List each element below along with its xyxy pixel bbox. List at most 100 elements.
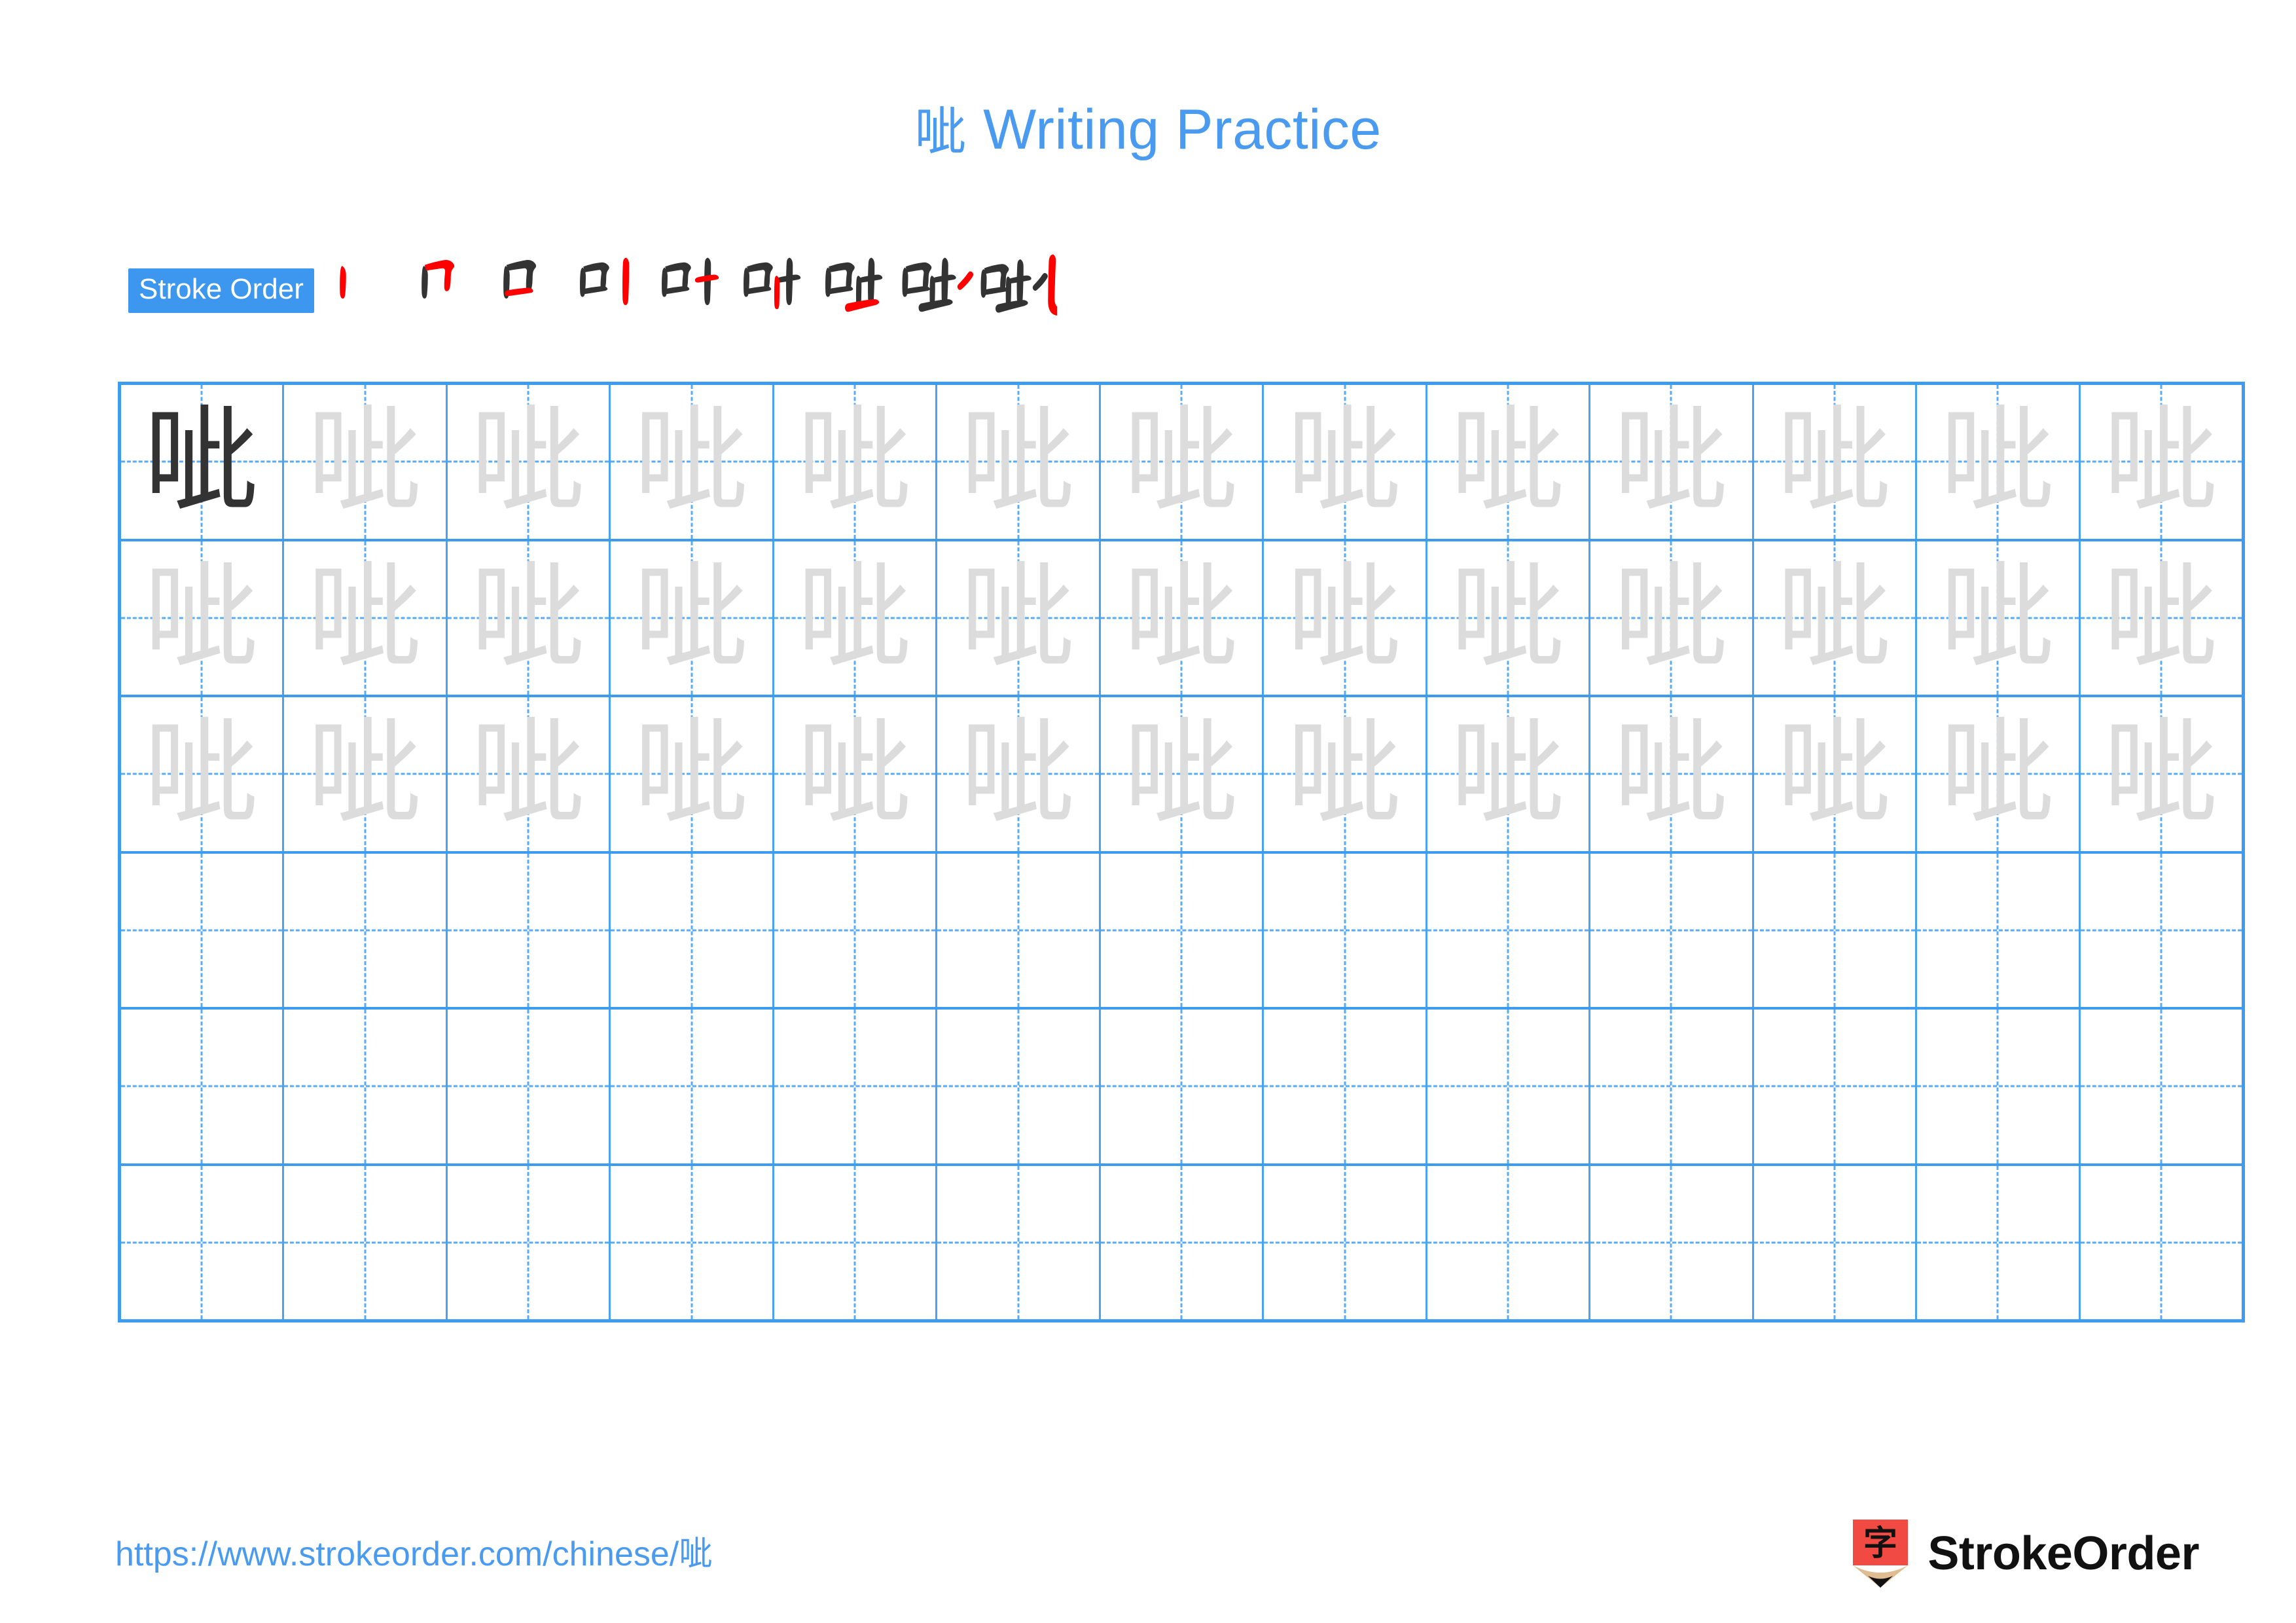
practice-grid-cell[interactable]: 呲 xyxy=(1264,541,1427,695)
practice-grid-cell[interactable]: 呲 xyxy=(121,385,285,539)
practice-grid-cell[interactable]: 呲 xyxy=(1264,697,1427,851)
practice-grid-cell[interactable]: 呲 xyxy=(2080,697,2242,851)
practice-grid-cell[interactable]: 呲 xyxy=(284,697,448,851)
practice-grid-cell[interactable]: 呲 xyxy=(1427,541,1591,695)
practice-grid-cell[interactable] xyxy=(611,1165,774,1319)
practice-grid-cell[interactable] xyxy=(1427,853,1591,1007)
practice-grid-cell[interactable] xyxy=(1264,1010,1427,1163)
stroke-order-badge: Stroke Order xyxy=(128,268,314,313)
cell-horizontal-guide xyxy=(1100,1085,1263,1087)
trace-character: 呲 xyxy=(1286,393,1403,530)
practice-grid-cell[interactable]: 呲 xyxy=(1427,697,1591,851)
practice-grid-cell[interactable]: 呲 xyxy=(1753,697,1918,851)
stroke-step-9 xyxy=(975,243,1057,325)
practice-grid-cell[interactable] xyxy=(447,1010,611,1163)
practice-grid-cell[interactable] xyxy=(1427,1165,1591,1319)
trace-character: 呲 xyxy=(633,706,750,842)
practice-grid-cell[interactable]: 呲 xyxy=(774,385,938,539)
source-url-link[interactable]: https://www.strokeorder.com/chinese/呲 xyxy=(115,1537,713,1571)
practice-grid-cell[interactable] xyxy=(774,1165,938,1319)
practice-grid-cell[interactable] xyxy=(937,1010,1101,1163)
cell-horizontal-guide xyxy=(1590,1241,1752,1244)
practice-grid-cell[interactable]: 呲 xyxy=(611,697,774,851)
practice-grid-cell[interactable] xyxy=(2080,853,2242,1007)
practice-grid-cell[interactable] xyxy=(611,853,774,1007)
practice-grid-cell[interactable] xyxy=(121,1165,285,1319)
practice-grid-cell[interactable]: 呲 xyxy=(121,697,285,851)
practice-grid-cell[interactable] xyxy=(1590,1165,1754,1319)
practice-grid-cell[interactable] xyxy=(774,1010,938,1163)
practice-grid-cell[interactable] xyxy=(1917,853,2081,1007)
practice-grid-cell[interactable] xyxy=(937,1165,1101,1319)
practice-grid-cell[interactable]: 呲 xyxy=(1100,541,1265,695)
practice-grid-cell[interactable] xyxy=(1100,1010,1265,1163)
trace-character: 呲 xyxy=(960,706,1077,842)
practice-grid-cell[interactable] xyxy=(774,853,938,1007)
practice-grid-cell[interactable]: 呲 xyxy=(1917,541,2081,695)
practice-grid-cell[interactable]: 呲 xyxy=(447,541,611,695)
practice-grid-cell[interactable]: 呲 xyxy=(284,385,448,539)
practice-grid-cell[interactable]: 呲 xyxy=(611,385,774,539)
practice-grid-cell[interactable]: 呲 xyxy=(1917,385,2081,539)
cell-horizontal-guide xyxy=(1264,929,1426,932)
practice-grid-cell[interactable] xyxy=(1264,1165,1427,1319)
cell-horizontal-guide xyxy=(284,929,446,932)
cell-horizontal-guide xyxy=(447,929,609,932)
stroke-order-steps xyxy=(321,254,1057,325)
practice-grid-cell[interactable]: 呲 xyxy=(2080,541,2242,695)
practice-grid-cell[interactable] xyxy=(937,853,1101,1007)
practice-grid-cell[interactable]: 呲 xyxy=(774,697,938,851)
trace-character: 呲 xyxy=(2102,393,2219,530)
trace-character: 呲 xyxy=(470,393,587,530)
practice-grid-cell[interactable] xyxy=(1917,1010,2081,1163)
source-url-character: 呲 xyxy=(679,1535,713,1574)
practice-grid-cell[interactable]: 呲 xyxy=(1917,697,2081,851)
cell-horizontal-guide xyxy=(1264,1085,1426,1087)
practice-grid-cell[interactable]: 呲 xyxy=(937,385,1101,539)
practice-grid-cell[interactable]: 呲 xyxy=(1590,697,1754,851)
trace-character: 呲 xyxy=(2102,706,2219,842)
practice-grid-cell[interactable] xyxy=(1917,1165,2081,1319)
practice-grid-cell[interactable] xyxy=(1427,1010,1591,1163)
practice-grid-cell[interactable] xyxy=(1753,853,1918,1007)
practice-grid-cell[interactable] xyxy=(447,1165,611,1319)
practice-grid-cell[interactable] xyxy=(1590,1010,1754,1163)
practice-grid-cell[interactable] xyxy=(284,853,448,1007)
practice-grid-cell[interactable]: 呲 xyxy=(447,385,611,539)
practice-grid-cell[interactable]: 呲 xyxy=(447,697,611,851)
practice-grid-cell[interactable] xyxy=(1753,1165,1918,1319)
practice-grid-cell[interactable] xyxy=(1100,1165,1265,1319)
practice-grid-cell[interactable] xyxy=(1264,853,1427,1007)
practice-grid-cell[interactable]: 呲 xyxy=(1264,385,1427,539)
practice-grid-cell[interactable]: 呲 xyxy=(1590,541,1754,695)
practice-grid-cell[interactable]: 呲 xyxy=(284,541,448,695)
practice-grid-cell[interactable] xyxy=(1100,853,1265,1007)
practice-grid-cell[interactable]: 呲 xyxy=(1100,385,1265,539)
practice-grid-cell[interactable]: 呲 xyxy=(937,697,1101,851)
practice-grid-cell[interactable] xyxy=(284,1165,448,1319)
practice-grid-cell[interactable]: 呲 xyxy=(1753,541,1918,695)
trace-character: 呲 xyxy=(1286,706,1403,842)
practice-grid-cell[interactable] xyxy=(121,1010,285,1163)
practice-grid-cell[interactable] xyxy=(1753,1010,1918,1163)
practice-grid-cell[interactable]: 呲 xyxy=(121,541,285,695)
practice-grid-cell[interactable]: 呲 xyxy=(1427,385,1591,539)
practice-grid-cell[interactable]: 呲 xyxy=(611,541,774,695)
practice-grid-cell[interactable]: 呲 xyxy=(1590,385,1754,539)
cell-horizontal-guide xyxy=(1590,1085,1752,1087)
practice-grid-cell[interactable] xyxy=(447,853,611,1007)
trace-character: 呲 xyxy=(143,549,260,685)
practice-grid-cell[interactable]: 呲 xyxy=(1753,385,1918,539)
practice-grid-cell[interactable] xyxy=(1590,853,1754,1007)
practice-grid-cell[interactable] xyxy=(284,1010,448,1163)
practice-grid-cell[interactable] xyxy=(2080,1010,2242,1163)
practice-grid-cell[interactable] xyxy=(2080,1165,2242,1319)
practice-grid-cell[interactable] xyxy=(121,853,285,1007)
practice-grid-cell[interactable]: 呲 xyxy=(774,541,938,695)
practice-grid-cell[interactable]: 呲 xyxy=(937,541,1101,695)
practice-grid-cell[interactable]: 呲 xyxy=(2080,385,2242,539)
practice-grid-cell[interactable] xyxy=(611,1010,774,1163)
cell-horizontal-guide xyxy=(1590,929,1752,932)
practice-grid-cell[interactable]: 呲 xyxy=(1100,697,1265,851)
cell-horizontal-guide xyxy=(1753,1241,1916,1244)
